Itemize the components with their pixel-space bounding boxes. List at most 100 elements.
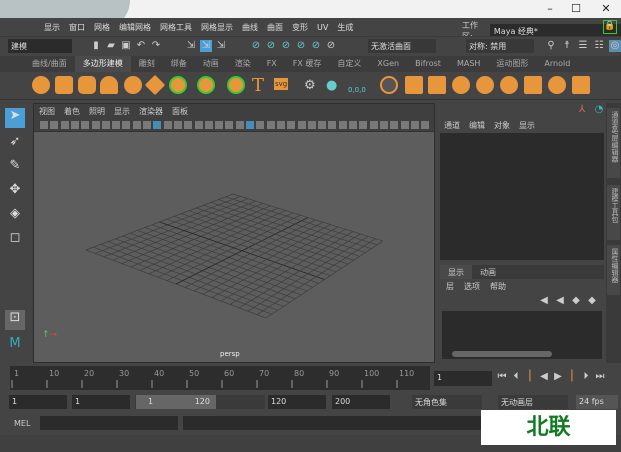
layout-icon[interactable]: ⊡ [5,310,25,330]
viewport-tool-icon[interactable] [359,121,368,129]
viewport-tool-icon[interactable] [215,121,224,129]
shelf-tab[interactable]: 动画 [195,56,227,72]
viewport-tool-icon[interactable] [369,121,378,129]
extract-icon[interactable] [428,76,446,94]
viewport-tool-icon[interactable] [81,121,90,129]
time-slider[interactable]: 11020304050607080901001101 [10,366,439,390]
transform-icon[interactable]: ● [326,78,337,93]
paint-select-icon[interactable]: ✎ [5,158,25,178]
layer-tab[interactable]: 动画 [472,265,504,279]
fps-dropdown[interactable]: 24 fps [576,395,618,409]
axis-icon[interactable]: ⅄ [576,104,588,116]
shelf-tab[interactable]: XGen [369,56,407,72]
viewport-tool-icon[interactable] [122,121,131,129]
viewport-tool-icon[interactable] [163,121,172,129]
viewport-tool-icon[interactable] [266,121,275,129]
viewport-tool-icon[interactable] [307,121,316,129]
modeling-toolkit-icon[interactable]: ⚲ [545,40,557,52]
next-key-icon[interactable]: ⎮ [566,371,578,383]
viewport-tool-icon[interactable] [50,121,59,129]
viewport-tool-icon[interactable] [400,121,409,129]
poly-disc-icon[interactable] [169,76,187,94]
channel-menu-item[interactable]: 对象 [494,120,510,131]
select-tool-icon[interactable]: ➤ [5,108,25,128]
symmetry-dropdown[interactable]: 对称: 禁用 [466,39,534,53]
shelf-tab[interactable]: 多边形建模 [74,56,131,72]
viewport-menu-item[interactable]: 照明 [89,106,105,117]
go-to-end-icon[interactable]: ⏭ [594,371,606,383]
poly-text-icon[interactable]: T [252,75,264,96]
viewport-tool-icon[interactable] [421,121,430,129]
viewport-tool-icon[interactable] [318,121,327,129]
step-forward-icon[interactable]: ⏵ [580,371,592,383]
viewport-tool-icon[interactable] [101,121,110,129]
snap-curve-icon[interactable]: ⊘ [265,40,277,52]
step-back-icon[interactable]: ⏴ [510,371,522,383]
shelf-tab[interactable]: 运动图形 [488,56,536,72]
shelf-tab[interactable]: 渲染 [227,56,259,72]
viewport-menu-item[interactable]: 视图 [39,106,55,117]
anim-layer-dropdown[interactable]: 无动画层 [498,395,568,409]
separate-icon[interactable] [405,76,423,94]
channel-list[interactable] [440,133,604,260]
menu-item[interactable]: 网格工具 [160,22,192,33]
viewport-tool-icon[interactable] [328,121,337,129]
viewport-tool-icon[interactable] [153,121,162,129]
sweep-icon[interactable]: ⚙ [304,78,316,93]
shelf-tab[interactable]: FX 缓存 [285,56,330,72]
side-tab[interactable]: 建模工具包 [607,185,620,240]
snap-view-icon[interactable]: ⊘ [295,40,307,52]
viewport-tool-icon[interactable] [194,121,203,129]
layer-list[interactable] [442,311,602,359]
snap-surface-icon[interactable]: ⊘ [310,40,322,52]
close-button[interactable]: ✕ [596,2,616,16]
shelf-tab[interactable]: Bifrost [407,56,449,72]
shelf-tab[interactable]: 自定义 [329,56,369,72]
open-icon[interactable]: ▰ [105,40,117,52]
viewport-tool-icon[interactable] [390,121,399,129]
platonic-icon[interactable] [197,76,215,94]
svg-icon[interactable]: svg [274,78,289,90]
star-icon[interactable] [227,76,245,94]
poly-cone-icon[interactable] [100,76,118,94]
shelf-tab[interactable]: Arnold [536,56,578,72]
viewport-tool-icon[interactable] [60,121,69,129]
select-hierarchy-icon[interactable]: ⇲ [185,40,197,52]
viewport-tool-icon[interactable] [70,121,79,129]
viewport-menu-item[interactable]: 渲染器 [139,106,163,117]
menu-item[interactable]: 编辑网格 [119,22,151,33]
go-to-start-icon[interactable]: ⏮ [496,371,508,383]
character-icon[interactable]: ☨ [561,40,573,52]
command-input[interactable] [40,416,178,430]
channel-menu-item[interactable]: 通道 [444,120,460,131]
viewport-tool-icon[interactable] [246,121,254,129]
bool-icon[interactable] [452,76,470,94]
poly-torus-icon[interactable] [124,76,142,94]
snap-point-icon[interactable]: ⊘ [280,40,292,52]
menu-item[interactable]: 窗口 [69,22,85,33]
viewport-tool-icon[interactable] [184,121,193,129]
channel-menu-item[interactable]: 编辑 [469,120,485,131]
menu-item[interactable]: 网格 [94,22,110,33]
coords-icon[interactable]: 0,0,0 [348,86,366,94]
menu-item[interactable]: 变形 [292,22,308,33]
poly-cube-icon[interactable] [55,76,73,94]
viewport-tool-icon[interactable] [297,121,306,129]
viewport-menu-item[interactable]: 着色 [64,106,80,117]
snap-live-icon[interactable]: ⊘ [325,40,337,52]
viewport-tool-icon[interactable] [173,121,182,129]
poly-cylinder-icon[interactable] [78,76,96,94]
bevel-icon[interactable] [572,76,590,94]
shelf-tab[interactable]: MASH [449,56,488,72]
layer-tab[interactable]: 显示 [440,265,472,279]
range-slider[interactable]: 1 120 [135,395,265,409]
range-slider-handle[interactable]: 1 120 [136,395,216,409]
mode-dropdown[interactable]: 建模 [8,39,72,53]
viewport-menu-item[interactable]: 面板 [172,106,188,117]
lasso-tool-icon[interactable]: ➶ [5,134,25,154]
shelf-tab[interactable]: 雕刻 [131,56,163,72]
bridge-icon[interactable] [524,76,542,94]
viewport-tool-icon[interactable] [256,121,265,129]
mirror-icon[interactable] [500,76,518,94]
lock-icon[interactable]: 🔒 [603,20,617,34]
